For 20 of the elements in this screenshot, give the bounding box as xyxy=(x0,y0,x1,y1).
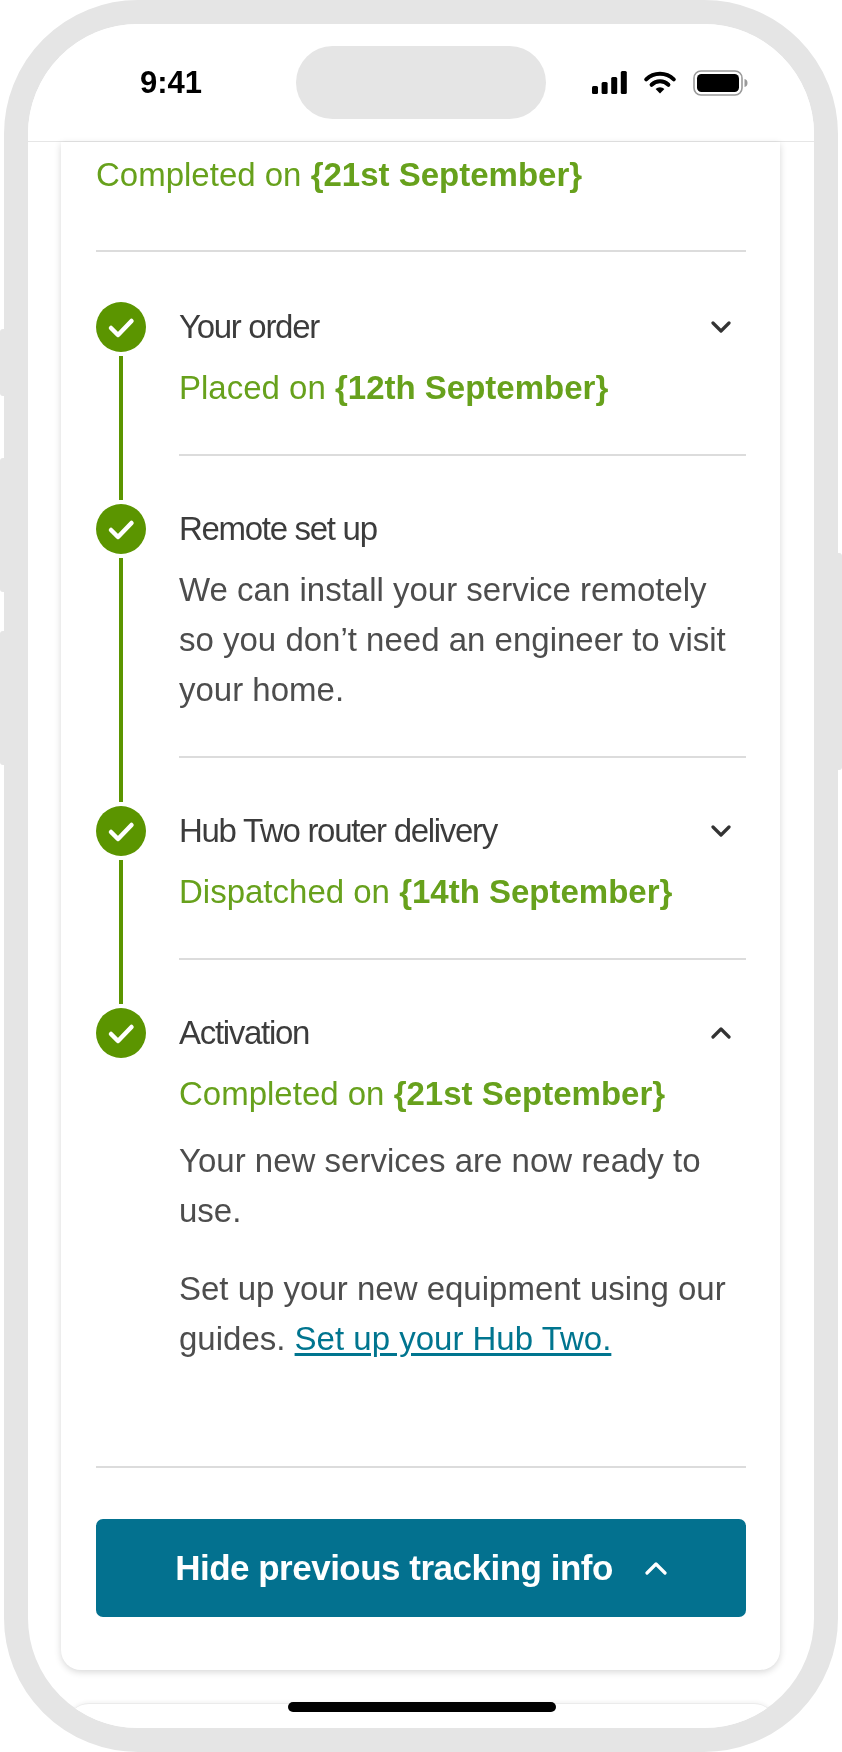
status-text: Dispatched on {14th September} xyxy=(179,872,674,912)
battery-icon xyxy=(693,69,748,96)
status-text: Completed on {21st September} xyxy=(179,1074,667,1114)
status-text: Placed on {12th September} xyxy=(179,368,610,408)
body-text: Your new services are now ready to use. xyxy=(179,1141,702,1231)
step-title: Your order xyxy=(179,307,319,347)
chevron-down-icon[interactable] xyxy=(711,321,731,333)
wifi-icon xyxy=(643,71,677,94)
step-title: Remote set up xyxy=(179,509,377,549)
body-text: Set up your new equipment using our guides. Set up your Hub Two. xyxy=(179,1269,727,1359)
step-title: Hub Two router delivery xyxy=(179,811,497,851)
step-title: Activation xyxy=(179,1013,310,1053)
setup-link[interactable]: Set up your Hub Two. xyxy=(294,1320,612,1357)
status-text: Completed on {21st September} xyxy=(96,155,584,195)
chevron-up-icon[interactable] xyxy=(711,1027,731,1039)
body-text: We can install your service remotely so you don’t need an engineer to visit your home. xyxy=(179,570,727,710)
hide-tracking-button[interactable]: Hide previous tracking info xyxy=(96,1519,746,1617)
signal-icon xyxy=(592,71,627,94)
status-time: 9:41 xyxy=(140,64,203,100)
chevron-down-icon[interactable] xyxy=(711,825,731,837)
